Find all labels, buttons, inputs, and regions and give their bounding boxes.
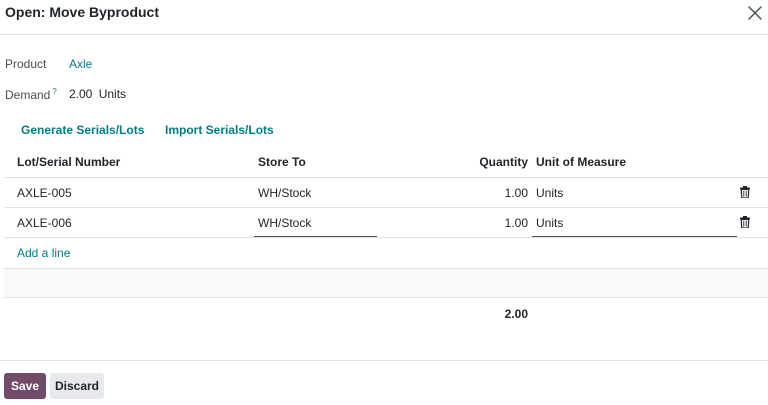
trash-icon[interactable] xyxy=(740,216,750,229)
row-divider xyxy=(4,207,768,208)
product-link[interactable]: Axle xyxy=(69,57,92,71)
column-header-lot[interactable]: Lot/Serial Number xyxy=(17,155,120,169)
lot-cell[interactable]: AXLE-006 xyxy=(17,216,72,230)
discard-button[interactable]: Discard xyxy=(50,373,104,399)
help-tooltip-icon[interactable]: ? xyxy=(52,87,56,96)
uom-cell[interactable]: Units xyxy=(536,186,563,200)
dialog-title: Open: Move Byproduct xyxy=(5,4,160,20)
demand-value: 2.00 Units xyxy=(69,87,126,101)
store-to-input[interactable]: WH/Stock xyxy=(258,216,311,230)
trash-icon[interactable] xyxy=(740,186,750,199)
dialog-header: Open: Move Byproduct xyxy=(0,0,768,35)
quantity-cell[interactable]: 1.00 xyxy=(468,186,528,200)
demand-label: Demand? xyxy=(5,87,57,102)
column-header-quantity[interactable]: Quantity xyxy=(468,155,528,169)
total-quantity: 2.00 xyxy=(504,307,528,321)
store-to-cell[interactable]: WH/Stock xyxy=(258,186,311,200)
empty-row xyxy=(4,268,768,298)
import-serials-button[interactable]: Import Serials/Lots xyxy=(165,123,274,137)
footer-divider xyxy=(0,360,768,361)
table-header-divider xyxy=(4,177,768,178)
demand-label-text: Demand xyxy=(5,88,51,102)
lot-cell[interactable]: AXLE-005 xyxy=(17,186,72,200)
product-label: Product xyxy=(5,57,47,71)
column-header-uom[interactable]: Unit of Measure xyxy=(536,155,626,169)
uom-input[interactable]: Units xyxy=(536,216,563,230)
demand-quantity: 2.00 xyxy=(69,87,93,101)
column-header-store-to[interactable]: Store To xyxy=(258,155,306,169)
add-line-link[interactable]: Add a line xyxy=(17,246,70,260)
demand-unit: Units xyxy=(98,87,127,101)
close-icon[interactable] xyxy=(746,4,764,22)
generate-serials-button[interactable]: Generate Serials/Lots xyxy=(21,123,144,137)
row-divider xyxy=(4,237,768,238)
quantity-cell[interactable]: 1.00 xyxy=(468,216,528,230)
save-button[interactable]: Save xyxy=(4,373,46,399)
